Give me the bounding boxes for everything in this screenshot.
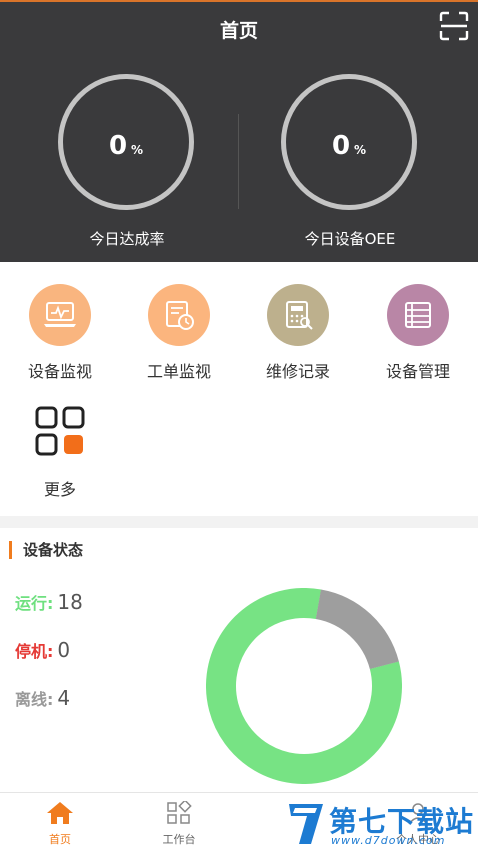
watermark: 第七下载站 www.d7down.com <box>285 800 475 848</box>
status-stopped-value: 0 <box>57 638 71 662</box>
status-running-label: 运行: <box>15 594 54 613</box>
achievement-rate-label: 今日达成率 <box>89 230 165 248</box>
tab-home[interactable]: 首页 <box>0 801 120 847</box>
gauge-divider <box>238 114 239 209</box>
status-offline-value: 4 <box>57 686 71 710</box>
home-icon <box>47 802 73 824</box>
oee-value: 0 <box>331 131 351 161</box>
menu-label: 更多 <box>43 480 76 499</box>
grid-more-icon <box>29 400 91 462</box>
achievement-rate-unit: % <box>131 143 144 157</box>
menu-item-maintenance-record[interactable]: 维修记录 <box>243 284 353 382</box>
status-offline: 离线: 4 <box>15 686 70 710</box>
tab-label: 首页 <box>49 833 71 846</box>
status-donut-chart <box>206 588 402 784</box>
tab-workbench[interactable]: 工作台 <box>119 799 239 847</box>
menu-label: 设备管理 <box>385 362 450 381</box>
watermark-logo-icon <box>289 804 323 844</box>
oee-unit: % <box>354 143 367 157</box>
menu-label: 维修记录 <box>265 362 330 381</box>
scan-icon[interactable] <box>439 11 469 41</box>
section-divider <box>0 516 478 528</box>
calculator-record-icon <box>267 284 329 346</box>
work-order-clock-icon <box>148 284 210 346</box>
achievement-rate-value: 0 <box>108 131 128 161</box>
list-manage-icon <box>387 284 449 346</box>
oee-label: 今日设备OEE <box>304 230 396 248</box>
menu-item-equipment-management[interactable]: 设备管理 <box>363 284 473 382</box>
status-stopped: 停机: 0 <box>15 638 70 662</box>
dashboard-header: 首页 0% 0% 今日达成率 今日设备OEE <box>0 0 478 262</box>
menu-item-more[interactable]: 更多 <box>5 400 115 500</box>
oee-gauge: 0% <box>281 74 417 210</box>
page-title: 首页 <box>219 20 258 42</box>
menu-item-work-order-monitor[interactable]: 工单监视 <box>124 284 234 382</box>
status-running-value: 18 <box>57 590 83 614</box>
menu-label: 工单监视 <box>146 362 211 381</box>
menu-label: 设备监视 <box>27 362 92 381</box>
status-running: 运行: 18 <box>15 590 83 614</box>
workbench-icon <box>167 799 192 824</box>
watermark-url: www.d7down.com <box>331 834 446 847</box>
status-offline-label: 离线: <box>15 690 54 709</box>
menu-item-equipment-monitor[interactable]: 设备监视 <box>5 284 115 382</box>
status-section-title: 设备状态 <box>9 541 83 559</box>
tab-label: 工作台 <box>162 833 196 846</box>
laptop-monitor-icon <box>29 284 91 346</box>
achievement-rate-gauge: 0% <box>58 74 194 210</box>
status-stopped-label: 停机: <box>15 642 54 661</box>
